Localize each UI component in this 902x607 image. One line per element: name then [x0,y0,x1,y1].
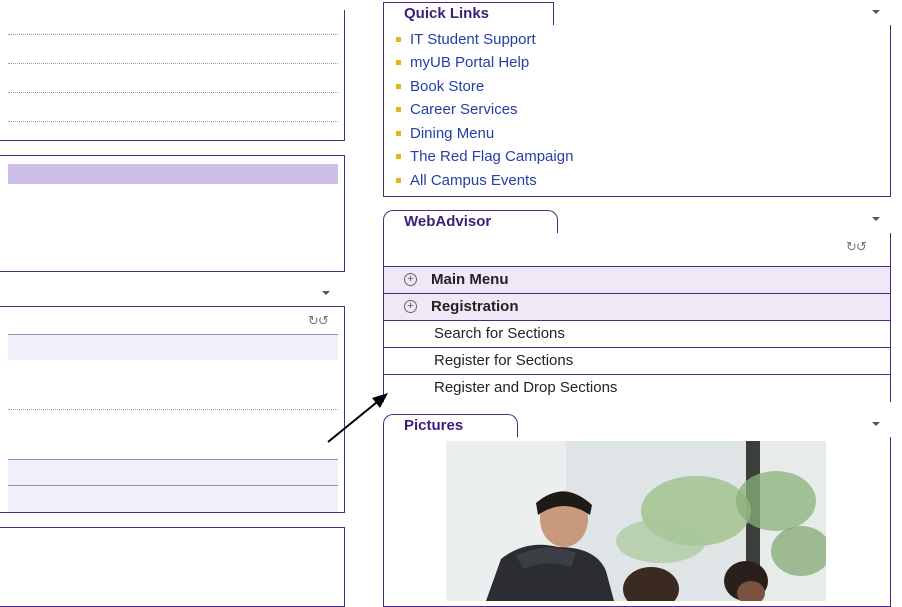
annotation-arrow [327,393,388,443]
arrow-head-icon [372,393,388,408]
arrow-line [327,397,383,443]
